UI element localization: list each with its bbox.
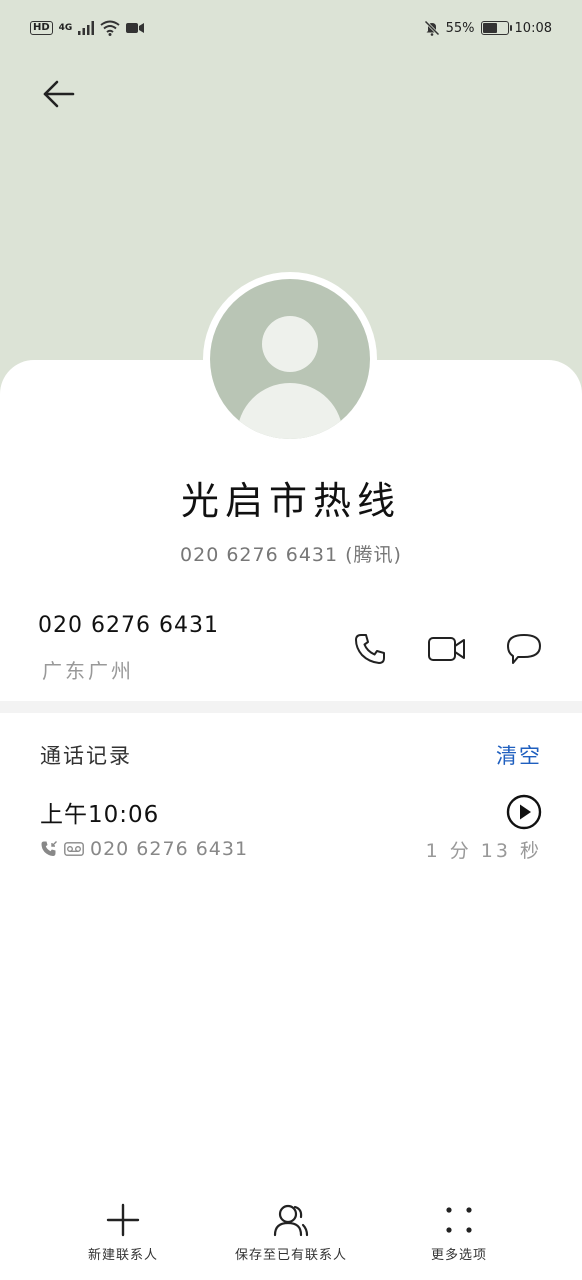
plus-icon <box>106 1203 140 1237</box>
save-existing-button[interactable]: 保存至已有联系人 <box>206 1198 376 1263</box>
contact-name: 光启市热线 <box>180 479 401 523</box>
call-details: 020 6276 6431 <box>40 838 248 860</box>
person-icon <box>273 1204 309 1237</box>
avatar-head <box>262 316 318 372</box>
hd-badge: HD <box>30 21 53 35</box>
call-time: 上午10:06 <box>40 802 160 828</box>
back-button[interactable] <box>36 72 80 116</box>
video-call-status-icon <box>126 23 145 33</box>
save-existing-label: 保存至已有联系人 <box>234 1248 347 1263</box>
battery-percent: 55% <box>445 20 475 36</box>
status-bar: HD 4G 55% 10:08 <box>0 0 582 56</box>
call-log-item[interactable]: 上午10:06 020 6276 6431 1 分 13 秒 <box>0 790 582 870</box>
status-time: 10:08 <box>514 20 552 36</box>
voicemail-icon <box>64 842 84 856</box>
play-recording-icon[interactable] <box>506 794 542 830</box>
bottom-action-bar: 新建联系人 保存至已有联系人 更多选项 <box>0 1198 582 1280</box>
more-options-label: 更多选项 <box>430 1248 487 1263</box>
avatar-body <box>237 383 343 439</box>
battery-icon <box>480 21 512 35</box>
more-options-button[interactable]: 更多选项 <box>374 1198 544 1263</box>
message-button[interactable] <box>502 627 546 671</box>
phone-location: 广东广州 <box>42 659 134 683</box>
arrow-left-icon <box>43 80 75 108</box>
new-contact-label: 新建联系人 <box>87 1248 158 1263</box>
phone-icon <box>355 634 385 664</box>
section-divider <box>0 701 582 713</box>
battery-fill <box>482 23 497 33</box>
clear-log-button[interactable]: 清空 <box>496 740 542 770</box>
video-call-button[interactable] <box>425 627 469 671</box>
incoming-call-icon <box>41 841 57 856</box>
new-contact-icon-wrap <box>38 1198 208 1242</box>
wifi-icon <box>100 20 120 36</box>
call-duration: 1 分 13 秒 <box>425 840 542 862</box>
phone-number: 020 6276 6431 <box>38 613 219 638</box>
avatar <box>203 272 377 446</box>
number-row[interactable]: 020 6276 6431 广东广州 <box>0 605 582 697</box>
more-dots-icon <box>446 1207 472 1233</box>
call-number: 020 6276 6431 <box>90 838 249 860</box>
new-contact-button[interactable]: 新建联系人 <box>38 1198 208 1263</box>
network-type: 4G <box>58 23 73 33</box>
save-existing-icon-wrap <box>206 1198 376 1242</box>
contact-subtitle: 020 6276 6431 (腾讯) <box>180 544 402 566</box>
status-right: 55% 10:08 <box>424 20 552 36</box>
message-bubble-icon <box>507 634 541 664</box>
call-button[interactable] <box>348 627 392 671</box>
mute-bell-icon <box>424 20 440 36</box>
signal-icon <box>78 21 95 35</box>
avatar-placeholder <box>210 279 370 439</box>
more-options-icon-wrap <box>374 1198 544 1242</box>
video-camera-icon <box>428 637 465 661</box>
status-left: HD 4G <box>30 20 145 36</box>
call-log-title: 通话记录 <box>40 744 132 768</box>
